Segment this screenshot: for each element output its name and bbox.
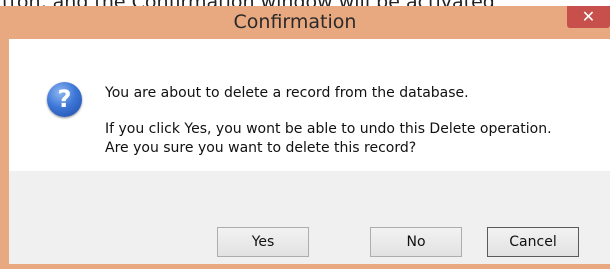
cancel-button[interactable]: Cancel [487,227,579,257]
dialog-body: ? You are about to delete a record from … [9,39,610,264]
message-line-3: Are you sure you want to delete this rec… [105,140,417,156]
no-button[interactable]: No [370,227,462,257]
close-icon: ✕ [581,7,596,26]
yes-button[interactable]: Yes [217,227,309,257]
message-area: ? You are about to delete a record from … [9,39,610,171]
confirmation-dialog: Confirmation ✕ ? You are about to delete… [0,6,610,269]
dialog-title: Confirmation [233,11,357,33]
message-line-1: You are about to delete a record from th… [105,85,469,101]
close-button[interactable]: ✕ [567,6,610,28]
button-bar: Yes No Cancel [9,171,610,264]
question-icon: ? [47,82,82,117]
message-line-2: If you click Yes, you wont be able to un… [105,121,552,137]
title-bar[interactable]: Confirmation ✕ [0,6,610,39]
